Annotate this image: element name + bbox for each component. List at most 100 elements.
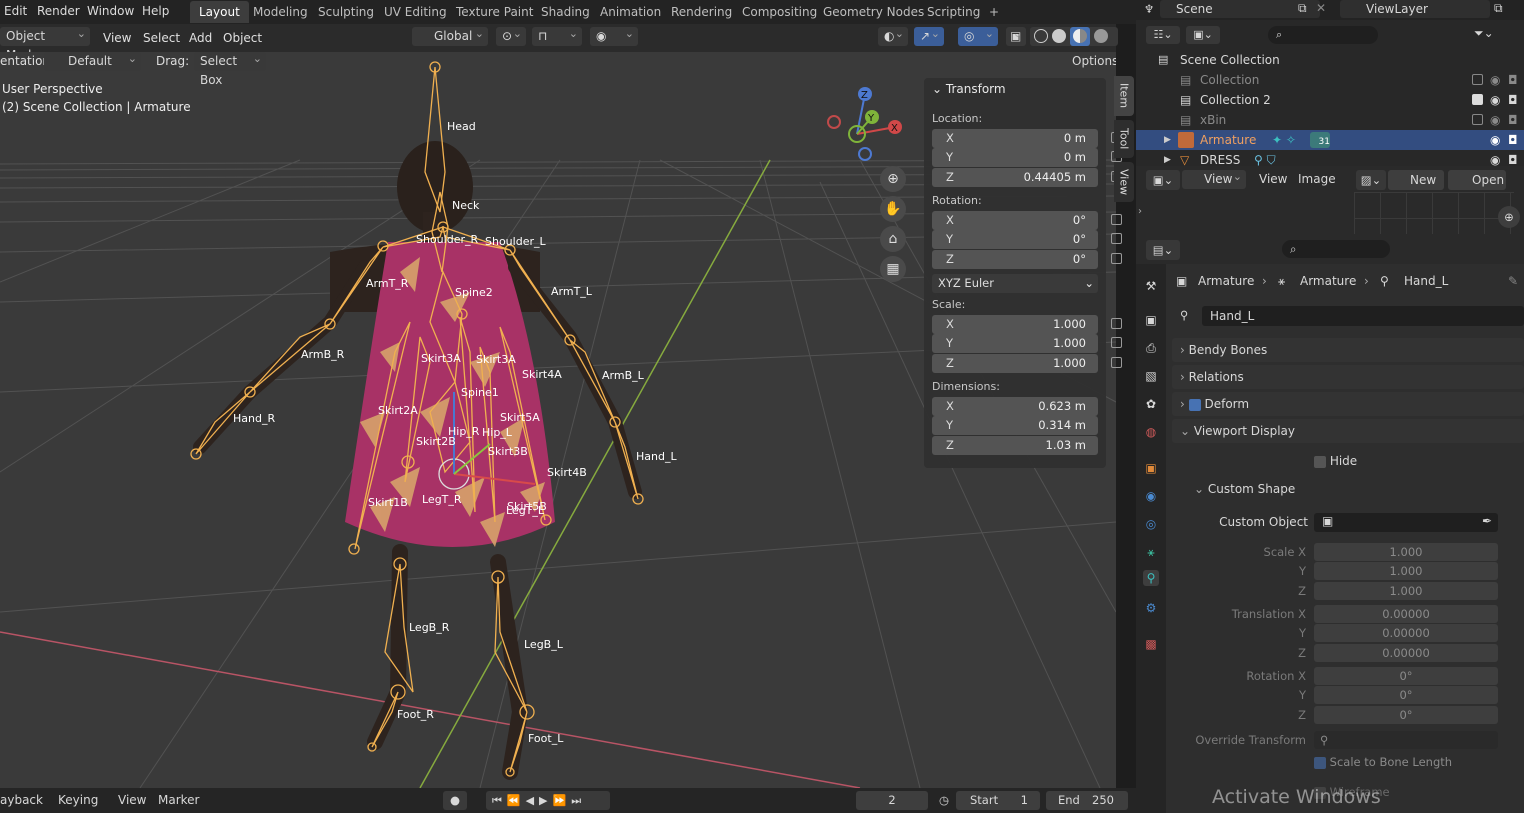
bone-tab-icon[interactable]: ⚲ (1143, 570, 1159, 586)
zoom-icon[interactable]: ⊕ (1498, 206, 1520, 228)
tool-tab-icon[interactable]: ⚒ (1143, 278, 1159, 294)
pose-icon[interactable]: ✦ ✧ (1272, 130, 1296, 150)
transform-orientation-dropdown[interactable]: Global (412, 24, 488, 46)
rotation-y-field[interactable]: 0° (1314, 686, 1498, 704)
search-icon[interactable]: ⌕ (1282, 240, 1390, 258)
custom-object-field[interactable]: ▣ ✒ (1314, 513, 1498, 532)
timeline-view-menu[interactable]: View (118, 793, 146, 807)
rendered-shading-icon[interactable] (1094, 29, 1108, 43)
exclude-checkbox[interactable] (1472, 74, 1483, 85)
data-tab-icon[interactable]: ⚹ (1143, 544, 1159, 560)
dimensions-y-field[interactable]: Y 0.314 m (932, 416, 1098, 435)
camera-icon[interactable]: ◘ (1508, 90, 1518, 110)
section-viewport-display[interactable]: ⌄ Viewport Display (1172, 419, 1524, 443)
menu-view[interactable]: View (1259, 172, 1287, 186)
tab-item[interactable]: Item (1114, 76, 1134, 116)
scale-z-field[interactable]: 1.000 (1314, 582, 1498, 600)
drag-dropdown[interactable]: Select Box (194, 52, 266, 87)
options-dropdown[interactable]: Options (1066, 52, 1116, 71)
close-icon[interactable]: ✕ (1316, 1, 1326, 15)
eye-icon[interactable]: ◉ (1490, 90, 1500, 110)
visibility-icon[interactable]: ◐ (878, 24, 908, 46)
gizmo-toggle-icon[interactable]: ↗ (914, 24, 944, 46)
copy-icon[interactable]: ⧉ (1298, 1, 1307, 16)
scale-x-field[interactable]: X 1.000 (932, 315, 1122, 334)
viewlayer-selector[interactable]: ViewLayer (1340, 0, 1490, 18)
lock-icon[interactable] (1111, 357, 1122, 368)
dimensions-x-field[interactable]: X 0.623 m (932, 397, 1098, 416)
outliner-row-armature[interactable]: ▶ Armature ✦ ✧ 31 ◉ ◘ (1136, 130, 1524, 150)
editor-type-icon[interactable]: ▤⌄ (1146, 240, 1180, 260)
scale-y-field[interactable]: Y 1.000 (932, 334, 1122, 353)
tab-compositing[interactable]: Compositing (733, 1, 826, 23)
view-layer-tab-icon[interactable]: ▧ (1143, 368, 1159, 384)
subsection-custom-shape[interactable]: ⌄ Custom Shape (1194, 482, 1295, 496)
hide-checkbox[interactable] (1314, 455, 1326, 468)
menu-select[interactable]: Select (143, 29, 180, 47)
display-mode-icon[interactable]: ☷⌄ (1146, 26, 1180, 44)
filter-icon[interactable]: ⏷⌄ (1474, 26, 1494, 41)
render-tab-icon[interactable]: ▣ (1143, 312, 1159, 328)
camera-icon[interactable]: ◘ (1508, 70, 1518, 90)
new-image-button[interactable]: New (1388, 170, 1444, 190)
menu-edit[interactable]: Edit (4, 4, 27, 18)
filter-mode-icon[interactable]: ▣⌄ (1186, 26, 1220, 44)
lock-icon[interactable] (1111, 233, 1122, 244)
snap-icon[interactable]: ⊓ (532, 24, 582, 46)
tab-layout[interactable]: Layout (190, 1, 249, 23)
copy-icon[interactable]: ⧉ (1494, 1, 1503, 16)
camera-icon[interactable]: ◘ (1508, 130, 1518, 150)
tab-shading[interactable]: Shading (532, 1, 599, 23)
playback-controls[interactable]: ⏮⏪◀▶⏩⏭ (486, 791, 610, 810)
xray-icon[interactable]: ▣ (1006, 24, 1026, 46)
outliner-row[interactable]: ▤ Collection ◉ ◘ (1136, 70, 1524, 90)
location-x-field[interactable]: X 0 m (932, 129, 1122, 148)
menu-window[interactable]: Window (87, 4, 134, 18)
chevron-right-icon[interactable]: › (1138, 206, 1142, 217)
end-frame-field[interactable]: End 250 (1046, 791, 1128, 810)
scale-to-bone-length-checkbox[interactable] (1314, 756, 1326, 769)
hide-option[interactable]: Hide (1314, 454, 1357, 468)
constraints-tab-icon[interactable]: ◎ (1143, 516, 1159, 532)
navigation-gizmo[interactable]: Z X Y (820, 82, 910, 167)
rotation-z-field[interactable]: Z 0° (932, 250, 1122, 269)
outliner-row[interactable]: ▤ xBin ◉ ◘ (1136, 110, 1524, 130)
scale-x-field[interactable]: 1.000 (1314, 543, 1498, 561)
eye-icon[interactable]: ◉ (1490, 110, 1500, 130)
zoom-icon[interactable]: ⊕ (880, 166, 906, 192)
object-tab-icon[interactable]: ▣ (1143, 460, 1159, 476)
transform-header[interactable]: ⌄ Transform (932, 82, 1006, 96)
marker-menu[interactable]: Marker (158, 793, 199, 807)
overlay-toggle-icon[interactable]: ◎ (958, 24, 998, 46)
current-frame-field[interactable]: 2 (856, 791, 928, 810)
tab-uv-editing[interactable]: UV Editing (375, 1, 456, 23)
menu-view[interactable]: View (103, 29, 131, 47)
bone-name-field[interactable]: Hand_L (1202, 306, 1524, 326)
pin-icon[interactable]: ✎ (1508, 270, 1518, 292)
dimensions-z-field[interactable]: Z 1.03 m (932, 436, 1098, 455)
editor-type-icon[interactable]: ▣⌄ (1146, 170, 1180, 190)
open-image-button[interactable]: Open (1448, 170, 1506, 190)
clock-icon[interactable]: ◷ (934, 791, 954, 810)
add-workspace-button[interactable]: + (980, 1, 1008, 23)
eyedropper-icon[interactable]: ✒ (1482, 514, 1492, 528)
menu-render[interactable]: Render (37, 4, 80, 18)
bone-constraint-tab-icon[interactable]: ⚙ (1143, 600, 1159, 616)
location-y-field[interactable]: Y 0 m (932, 148, 1122, 167)
search-icon[interactable]: ⌕ (1268, 26, 1378, 44)
camera-icon[interactable]: ◘ (1508, 110, 1518, 130)
view-mode-dropdown[interactable]: View (1182, 167, 1246, 189)
scene-selector[interactable]: Scene (1160, 0, 1320, 18)
translation-x-field[interactable]: 0.00000 (1314, 605, 1498, 623)
lock-icon[interactable] (1111, 253, 1122, 264)
ortho-grid-icon[interactable]: ▦ (880, 256, 906, 282)
eye-icon[interactable]: ◉ (1490, 70, 1500, 90)
scene-icon[interactable]: ♆ (1144, 2, 1154, 16)
tab-sculpting[interactable]: Sculpting (309, 1, 383, 23)
tab-animation[interactable]: Animation (591, 1, 670, 23)
image-browse-icon[interactable]: ▨⌄ (1356, 170, 1386, 190)
menu-add[interactable]: Add (189, 29, 212, 47)
expand-arrow-icon[interactable]: ▶ (1164, 150, 1171, 166)
physics-tab-icon[interactable]: ◉ (1143, 488, 1159, 504)
mode-dropdown[interactable]: Object Mode (0, 24, 90, 62)
